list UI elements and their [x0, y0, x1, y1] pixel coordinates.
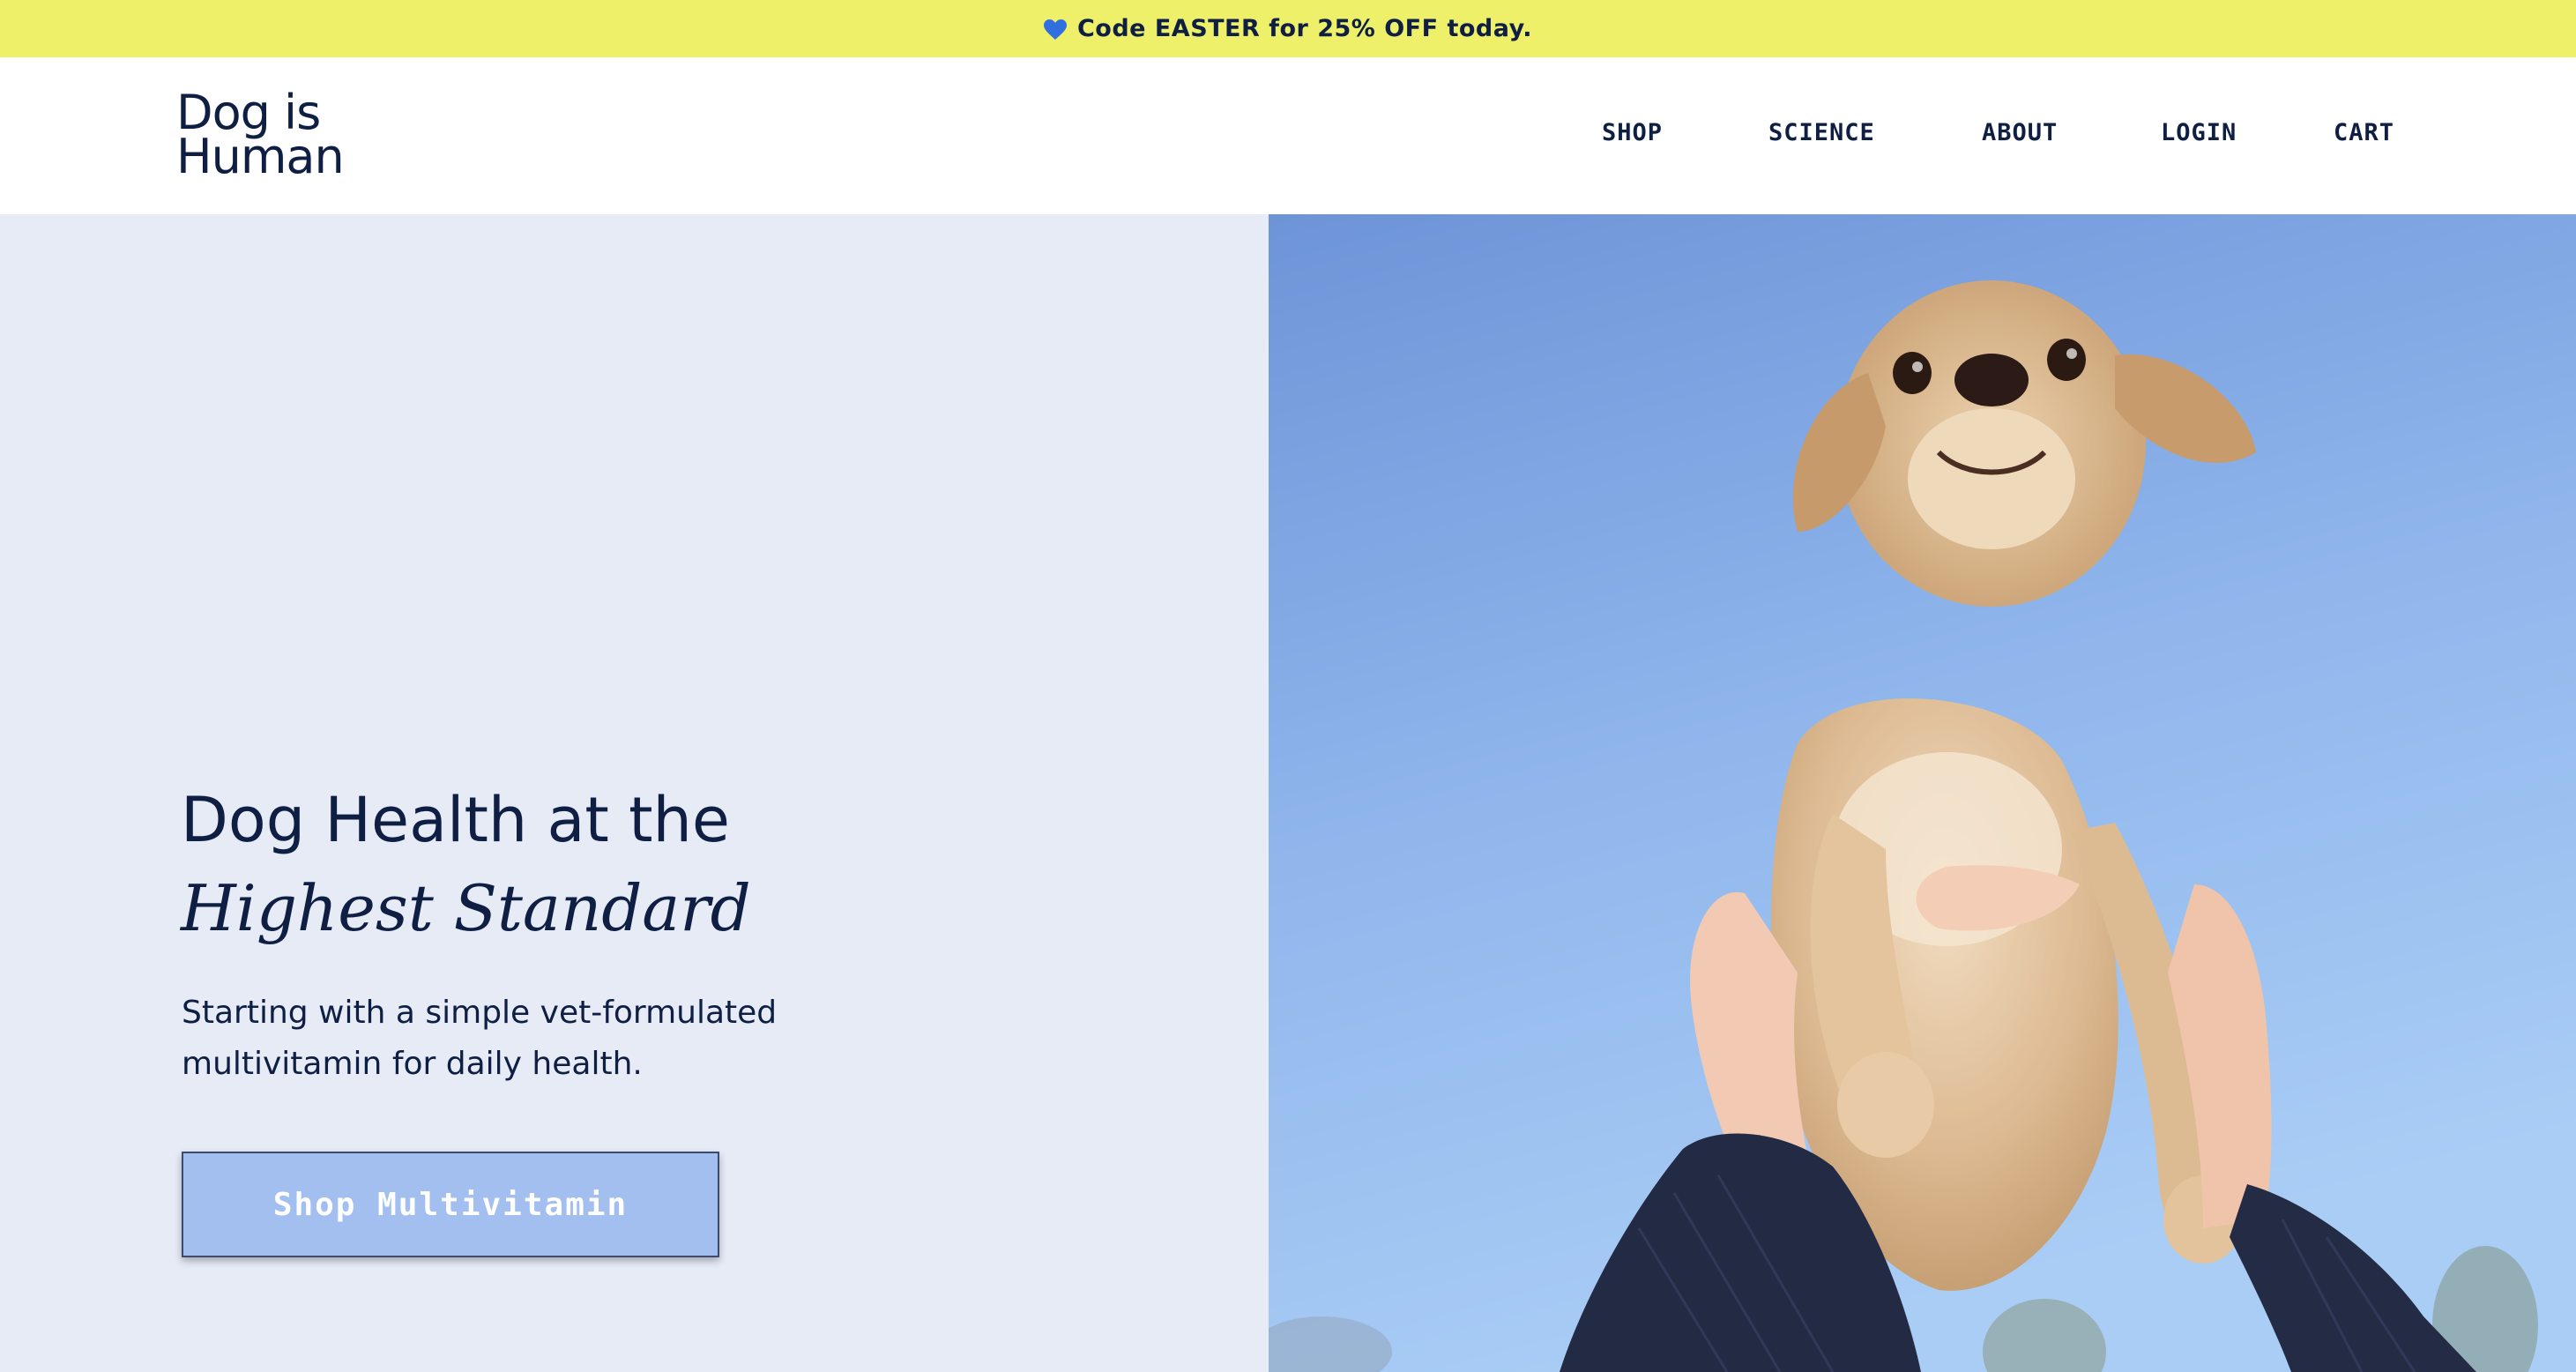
logo[interactable]: Dog is Human [176, 89, 345, 184]
promo-banner: Code EASTER for 25% OFF today. [0, 0, 2576, 57]
headline-line2: Highest Standard [181, 871, 751, 945]
hero-subtext: Starting with a simple vet-formulated mu… [182, 995, 778, 1082]
shop-multivitamin-button[interactable]: Shop Multivitamin [182, 1152, 719, 1257]
dog-held-up-photo [1269, 214, 2576, 1372]
headline-line1: Dog Health at the [181, 784, 730, 856]
promo-text: Code EASTER for 25% OFF today. [1076, 15, 1533, 42]
nav-science[interactable]: SCIENCE [1768, 119, 1875, 146]
nav-shop[interactable]: SHOP [1602, 119, 1663, 146]
hero-image [1269, 214, 2576, 1372]
logo-line2: Human [176, 129, 345, 184]
nav-cart[interactable]: CART [2334, 119, 2394, 146]
hero-headline: Dog Health at the Highest Standard [181, 776, 751, 952]
nav-about[interactable]: ABOUT [1982, 119, 2058, 146]
blue-heart-icon [1043, 19, 1067, 40]
nav-login[interactable]: LOGIN [2161, 119, 2237, 146]
site-header: Dog is Human SHOP SCIENCE ABOUT LOGIN CA… [0, 57, 2576, 214]
